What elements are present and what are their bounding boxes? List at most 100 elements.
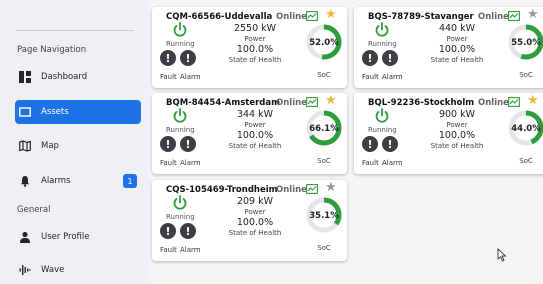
asset-card[interactable]: CQM-66566-Uddevalla Online ★ Running ! !… (152, 7, 347, 88)
soc-label: SoC (519, 157, 533, 165)
power-label: Power (446, 35, 468, 43)
sidebar-item-label: Map (41, 141, 59, 151)
asset-name[interactable]: BQS-78789-Stavanger (368, 12, 474, 22)
soc-label: SoC (317, 71, 331, 79)
soc-value: 44.0% (511, 124, 541, 134)
fault-icon: ! (362, 136, 378, 152)
trend-chart-icon[interactable] (306, 97, 318, 107)
status-label: Online (276, 98, 307, 108)
power-icon (173, 108, 187, 123)
power-value: 209 kW (236, 196, 274, 207)
trend-chart-icon[interactable] (508, 97, 520, 107)
sidebar-item-alarms[interactable]: Alarms 1 (15, 169, 141, 193)
favorite-star-icon[interactable]: ★ (325, 8, 337, 22)
sidebar-item-dashboard[interactable]: Dashboard (15, 65, 141, 89)
alarm-label: Alarm (180, 246, 201, 254)
alarm-icon: ! (180, 136, 196, 152)
status-label: Online (478, 12, 509, 22)
sidebar-item-label: Dashboard (41, 72, 88, 82)
soc-value: 55.0% (511, 38, 541, 48)
sidebar: Page Navigation Dashboard Assets Map Ala… (0, 0, 149, 284)
alarm-label: Alarm (180, 159, 201, 167)
asset-name[interactable]: BQL-92236-Stockholm (368, 98, 474, 108)
power-label: Power (244, 35, 266, 43)
sidebar-item-user-profile[interactable]: User Profile (15, 225, 141, 249)
trend-chart-icon[interactable] (508, 11, 520, 21)
fault-label: Fault (362, 159, 379, 167)
favorite-star-icon[interactable]: ★ (527, 8, 539, 22)
assets-icon (19, 106, 31, 118)
fault-label: Fault (160, 246, 177, 254)
wave-icon (19, 264, 31, 276)
alarm-icon: ! (180, 223, 196, 239)
sidebar-item-label: User Profile (41, 232, 90, 242)
state-of-health-value: 100.0% (236, 130, 274, 141)
favorite-star-icon[interactable]: ★ (325, 94, 337, 108)
running-status: Running (368, 40, 397, 48)
sidebar-item-label: Alarms (41, 176, 71, 186)
favorite-star-icon[interactable]: ★ (325, 181, 337, 195)
asset-card[interactable]: BQL-92236-Stockholm Online ★ Running ! !… (354, 93, 543, 174)
power-value: 440 kW (438, 23, 476, 34)
sidebar-item-map[interactable]: Map (15, 134, 141, 158)
section-label-page-navigation: Page Navigation (17, 45, 87, 55)
power-icon (173, 22, 187, 37)
fault-label: Fault (362, 73, 379, 81)
power-icon (375, 22, 389, 37)
trend-chart-icon[interactable] (306, 184, 318, 194)
dashboard-icon (19, 71, 31, 83)
user-icon (19, 231, 31, 243)
soc-label: SoC (317, 244, 331, 252)
asset-card[interactable]: BQM-84454-Amsterdam Online ★ Running ! !… (152, 93, 347, 174)
status-label: Online (276, 185, 307, 195)
sidebar-item-label: Wave (41, 265, 65, 275)
alarm-icon: ! (180, 50, 196, 66)
soc-gauge: 55.0% (508, 24, 543, 60)
fault-icon: ! (160, 136, 176, 152)
section-label-general: General (17, 205, 51, 215)
alarm-label: Alarm (382, 159, 403, 167)
sidebar-divider (16, 30, 134, 31)
alarm-count-badge: 1 (123, 174, 137, 188)
power-label: Power (244, 208, 266, 216)
soc-label: SoC (317, 157, 331, 165)
status-label: Online (478, 98, 509, 108)
soc-value: 66.1% (309, 124, 339, 134)
running-status: Running (166, 213, 195, 221)
status-label: Online (276, 12, 307, 22)
power-icon (173, 195, 187, 210)
running-status: Running (368, 126, 397, 134)
bell-icon (19, 175, 31, 187)
soc-gauge: 44.0% (508, 110, 543, 146)
soc-gauge: 66.1% (306, 110, 342, 146)
alarm-icon: ! (382, 136, 398, 152)
soc-gauge: 52.0% (306, 24, 342, 60)
fault-icon: ! (362, 50, 378, 66)
asset-name[interactable]: CQM-66566-Uddevalla (166, 12, 272, 22)
fault-icon: ! (160, 223, 176, 239)
sidebar-item-assets[interactable]: Assets (15, 100, 141, 124)
state-of-health-label: State of Health (430, 142, 484, 150)
soc-value: 35.1% (309, 211, 339, 221)
asset-name[interactable]: CQS-105469-Trondheim (166, 185, 278, 195)
favorite-star-icon[interactable]: ★ (527, 94, 539, 108)
sidebar-item-wave[interactable]: Wave (15, 258, 141, 282)
alarm-label: Alarm (180, 73, 201, 81)
state-of-health-value: 100.0% (438, 44, 476, 55)
map-icon (19, 140, 31, 152)
running-status: Running (166, 126, 195, 134)
power-label: Power (446, 121, 468, 129)
trend-chart-icon[interactable] (306, 11, 318, 21)
asset-card[interactable]: CQS-105469-Trondheim Online ★ Running ! … (152, 180, 347, 261)
running-status: Running (166, 40, 195, 48)
power-icon (375, 108, 389, 123)
state-of-health-value: 100.0% (236, 217, 274, 228)
soc-value: 52.0% (309, 38, 339, 48)
soc-label: SoC (519, 71, 533, 79)
state-of-health-value: 100.0% (438, 130, 476, 141)
state-of-health-label: State of Health (430, 56, 484, 64)
asset-name[interactable]: BQM-84454-Amsterdam (166, 98, 280, 108)
state-of-health-label: State of Health (228, 56, 282, 64)
fault-label: Fault (160, 159, 177, 167)
asset-card[interactable]: BQS-78789-Stavanger Online ★ Running ! !… (354, 7, 543, 88)
